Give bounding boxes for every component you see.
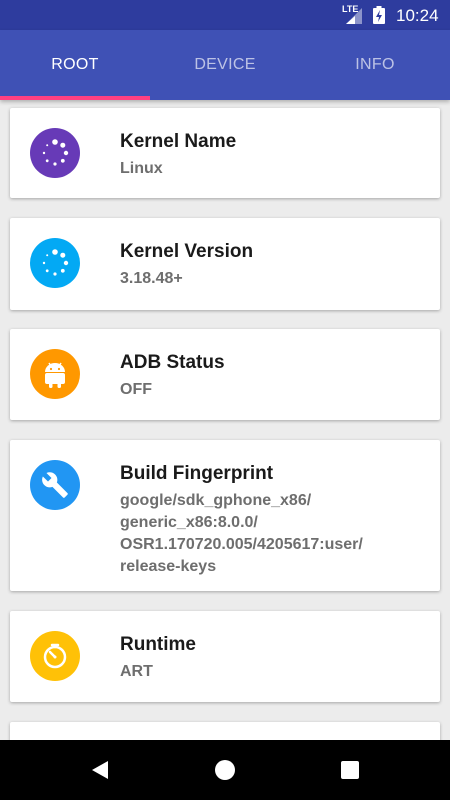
card-kernel-version[interactable]: Kernel Version 3.18.48+ [10, 218, 440, 310]
card-list: Kernel Name Linux Kernel Version 3.18.48… [0, 100, 450, 740]
back-button[interactable] [70, 740, 130, 800]
recents-button[interactable] [320, 740, 380, 800]
clock: 10:24 [396, 6, 439, 25]
status-bar: LTE 10:24 [0, 0, 450, 30]
recents-icon [341, 761, 359, 779]
card-partial[interactable] [10, 722, 440, 740]
battery-charging-icon [373, 6, 385, 24]
card-title: Runtime [120, 634, 196, 655]
tab-info[interactable]: INFO [300, 30, 450, 100]
signal-icon [346, 8, 362, 24]
card-kernel-name[interactable]: Kernel Name Linux [10, 108, 440, 198]
card-title: Kernel Name [120, 131, 237, 152]
card-value: Linux [120, 160, 163, 177]
card-runtime[interactable]: Runtime ART [10, 611, 440, 702]
home-button[interactable] [195, 740, 255, 800]
card-title: Kernel Version [120, 241, 254, 262]
wrench-icon [30, 460, 80, 510]
card-adb-status[interactable]: ADB Status OFF [10, 329, 440, 420]
card-value: ART [120, 663, 153, 680]
home-icon [215, 760, 235, 780]
card-value: google/sdk_gphone_x86/ generic_x86:8.0.0… [120, 492, 363, 575]
tab-root[interactable]: ROOT [0, 30, 150, 100]
card-build-fingerprint[interactable]: Build Fingerprint google/sdk_gphone_x86/… [10, 440, 440, 591]
loader-dots-icon [30, 238, 80, 288]
navigation-bar [0, 740, 450, 800]
card-title: ADB Status [120, 352, 225, 373]
android-icon [30, 349, 80, 399]
tab-device[interactable]: DEVICE [150, 30, 300, 100]
timer-icon [30, 631, 80, 681]
loader-dots-icon [30, 128, 80, 178]
tab-indicator [0, 96, 150, 100]
tab-bar: ROOT DEVICE INFO [0, 30, 450, 100]
card-value: OFF [120, 381, 152, 398]
card-value: 3.18.48+ [120, 270, 183, 287]
card-title: Build Fingerprint [120, 463, 274, 484]
back-icon [92, 761, 108, 779]
